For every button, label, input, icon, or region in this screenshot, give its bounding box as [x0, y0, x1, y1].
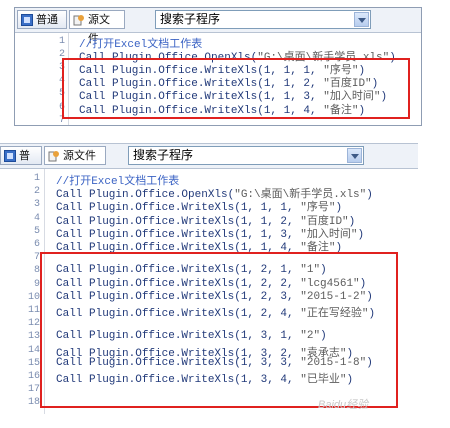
code-paren: ): [366, 290, 373, 303]
tab-normal[interactable]: 普通: [0, 146, 42, 181]
code-call: Call Plugin.Office.WriteXls(1, 1, 4,: [56, 242, 301, 254]
code-paren: ): [359, 277, 367, 290]
line-number: 2: [33, 186, 40, 198]
code-string-literal: "2": [300, 330, 321, 343]
line-number: 16: [27, 371, 40, 382]
line-number: 11: [27, 305, 40, 316]
code-string-literal: "lcg4561": [300, 277, 360, 290]
line-number: 6: [33, 239, 40, 250]
tab-normal-label: 普通: [36, 14, 58, 26]
code-string-literal: "备注": [323, 104, 359, 117]
tab-source[interactable]: 源文件: [69, 10, 125, 45]
code-paren: ): [380, 91, 388, 104]
line-number: 14: [27, 344, 40, 356]
code-paren: ): [320, 264, 327, 277]
code-line: Call Plugin.Office.WriteXls(1, 2, 3, "20…: [56, 291, 373, 303]
editor-panel-top: 普通 源文件 搜索子程序 1//打开Excel文档工作表 2 Call Plugin…: [14, 7, 422, 126]
line-number: 1: [58, 36, 65, 47]
code-string-literal: "已毕业": [300, 374, 347, 386]
code-paren: ): [346, 374, 354, 386]
code-paren: ): [358, 104, 366, 117]
line-number: 7: [33, 252, 40, 264]
line-number: 3: [58, 62, 65, 74]
code-call: Call Plugin.Office.WriteXls(1, 3, 3,: [56, 356, 301, 369]
line-number: 6: [58, 101, 65, 113]
line-number: 13: [27, 331, 40, 343]
code-string-literal: "正在写经验": [300, 308, 369, 320]
code-string-literal: "1": [300, 264, 321, 277]
line-number: 3: [33, 199, 40, 211]
code-line: Call Plugin.Office.WriteXls(1, 3, 1, "2"…: [56, 330, 327, 342]
code-string-literal: "2015-1-8": [300, 356, 367, 369]
code-call: Call Plugin.Office.WriteXls(1, 2, 3,: [56, 290, 301, 303]
dropdown-value: 搜索子程序: [133, 148, 194, 162]
tab-source[interactable]: 源文件: [44, 146, 106, 165]
watermark-logo: Baidu经验: [318, 399, 369, 411]
code-call: Call Plugin.Office.WriteXls(1, 1, 4,: [79, 104, 324, 117]
code-paren: ): [368, 308, 376, 320]
code-paren: ): [320, 330, 327, 343]
code-line: Call Plugin.Office.WriteXls(1, 3, 4, "已毕…: [56, 370, 353, 386]
dropdown-value: 搜索子程序: [160, 12, 221, 26]
editor-panel-bottom: 普通 源文件 搜索子程序 1//打开Excel文档工作表2Call Plugin…: [0, 143, 418, 414]
code-editor[interactable]: 1//打开Excel文档工作表 2 Call Plugin.Office.OpenX…: [0, 169, 418, 414]
editor-toolbar: 普通 源文件 搜索子程序: [15, 8, 421, 45]
line-number: 9: [33, 278, 40, 290]
list-view-icon: [4, 150, 16, 162]
line-number: 8: [33, 265, 40, 277]
line-number: 5: [33, 225, 40, 237]
code-string-literal: "2015-1-2": [300, 290, 367, 303]
source-file-icon: [48, 151, 59, 162]
code-line: Call Plugin.Office.WriteXls(1, 1, 4, "备注…: [56, 238, 342, 254]
line-number: 4: [58, 75, 65, 87]
line-number: 12: [27, 318, 40, 330]
code-line: Call Plugin.Office.WriteXls(1, 3, 3, "20…: [56, 357, 373, 369]
subroutine-search-dropdown[interactable]: 搜索子程序: [155, 10, 371, 29]
code-paren: ): [335, 242, 343, 254]
source-file-icon: [73, 15, 84, 26]
line-number: 7: [58, 114, 65, 126]
code-call: Call Plugin.Office.WriteXls(1, 2, 2,: [56, 277, 301, 290]
code-line: Call Plugin.Office.WriteXls(1, 2, 4, "正在…: [56, 304, 375, 320]
tab-source-label: 源文件: [63, 150, 96, 162]
code-call: Call Plugin.Office.WriteXls(1, 3, 4,: [56, 374, 301, 386]
editor-toolbar: 普通 源文件 搜索子程序: [0, 144, 418, 181]
code-call: Call Plugin.Office.WriteXls(1, 2, 4,: [56, 308, 301, 320]
code-line: Call Plugin.Office.WriteXls(1, 1, 4, "备注…: [79, 101, 365, 117]
line-number: 1: [33, 173, 40, 184]
subroutine-search-dropdown[interactable]: 搜索子程序: [128, 146, 364, 165]
code-call: Call Plugin.Office.WriteXls(1, 3, 1,: [56, 330, 301, 343]
code-editor[interactable]: 1//打开Excel文档工作表 2 Call Plugin.Office.OpenX…: [15, 33, 421, 125]
line-number: 2: [58, 49, 65, 61]
code-paren: ): [366, 189, 373, 202]
code-paren: ): [366, 356, 373, 369]
code-string-literal: "备注": [300, 242, 336, 254]
code-paren: ): [389, 52, 396, 65]
line-number: 10: [27, 291, 40, 303]
line-number: 15: [27, 357, 40, 369]
line-number: 4: [33, 212, 40, 224]
chevron-down-icon[interactable]: [347, 148, 362, 163]
line-number: 5: [58, 88, 65, 100]
tab-normal[interactable]: 普通: [17, 10, 67, 29]
code-paren: ): [357, 228, 365, 241]
list-view-icon: [21, 14, 33, 26]
code-call: Call Plugin.Office.WriteXls(1, 2, 1,: [56, 264, 301, 277]
line-number: 18: [27, 397, 40, 409]
chevron-down-icon[interactable]: [354, 12, 369, 27]
code-line: Call Plugin.Office.WriteXls(1, 2, 2, "lc…: [56, 278, 366, 290]
line-number: 17: [27, 384, 40, 396]
code-line: Call Plugin.Office.WriteXls(1, 2, 1, "1"…: [56, 264, 327, 276]
